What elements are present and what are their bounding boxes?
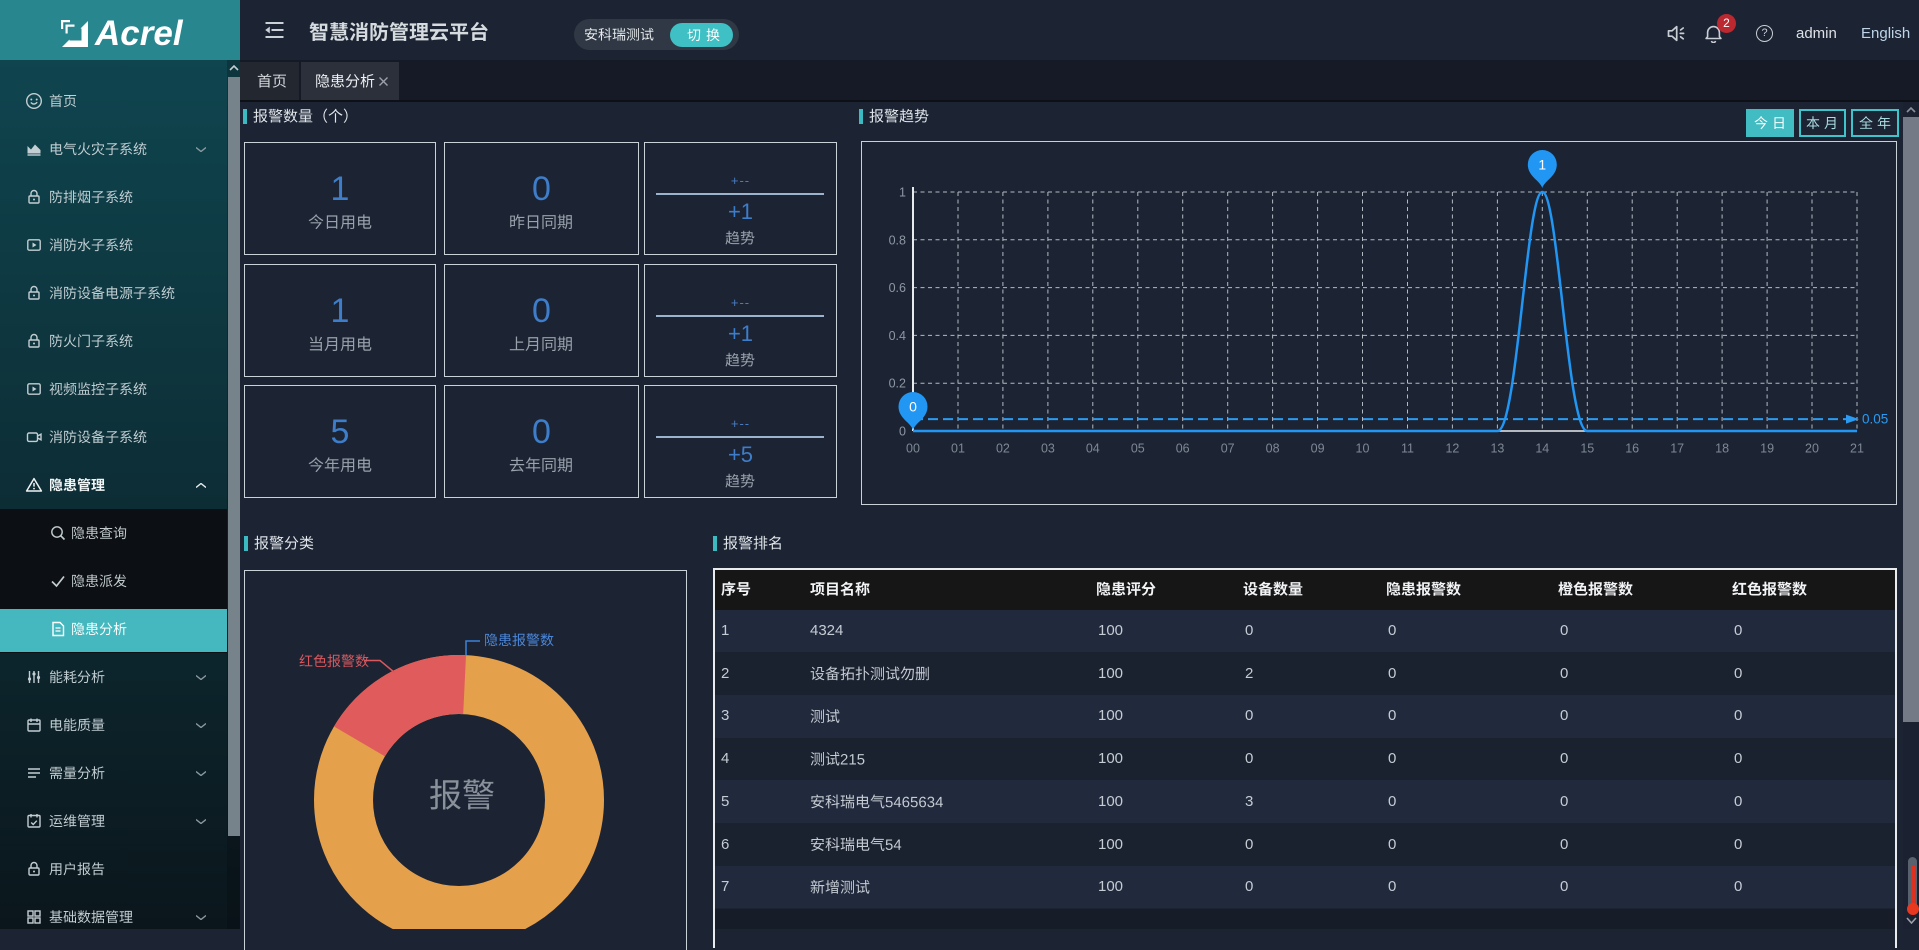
svg-text:1: 1 xyxy=(1538,157,1546,173)
svg-text:15: 15 xyxy=(1580,442,1594,456)
svg-text:16: 16 xyxy=(1625,442,1639,456)
svg-text:19: 19 xyxy=(1760,442,1774,456)
svg-text:05: 05 xyxy=(1131,442,1145,456)
svg-text:00: 00 xyxy=(906,442,920,456)
svg-text:09: 09 xyxy=(1311,442,1325,456)
svg-text:13: 13 xyxy=(1490,442,1504,456)
svg-text:18: 18 xyxy=(1715,442,1729,456)
svg-text:0.4: 0.4 xyxy=(889,329,906,343)
svg-text:21: 21 xyxy=(1850,442,1864,456)
svg-text:0: 0 xyxy=(909,399,917,415)
svg-text:12: 12 xyxy=(1445,442,1459,456)
svg-text:08: 08 xyxy=(1266,442,1280,456)
svg-text:1: 1 xyxy=(899,186,906,200)
svg-text:01: 01 xyxy=(951,442,965,456)
svg-text:14: 14 xyxy=(1535,442,1549,456)
svg-text:03: 03 xyxy=(1041,442,1055,456)
svg-text:06: 06 xyxy=(1176,442,1190,456)
svg-text:0.2: 0.2 xyxy=(889,377,906,391)
svg-text:0.05: 0.05 xyxy=(1862,412,1888,427)
svg-text:02: 02 xyxy=(996,442,1010,456)
svg-text:17: 17 xyxy=(1670,442,1684,456)
svg-text:0.8: 0.8 xyxy=(889,233,906,247)
svg-text:0.6: 0.6 xyxy=(889,281,906,295)
svg-text:11: 11 xyxy=(1401,442,1414,456)
svg-text:10: 10 xyxy=(1356,442,1370,456)
svg-text:0: 0 xyxy=(899,425,906,439)
svg-text:04: 04 xyxy=(1086,442,1100,456)
svg-text:20: 20 xyxy=(1805,442,1819,456)
svg-text:07: 07 xyxy=(1221,442,1235,456)
